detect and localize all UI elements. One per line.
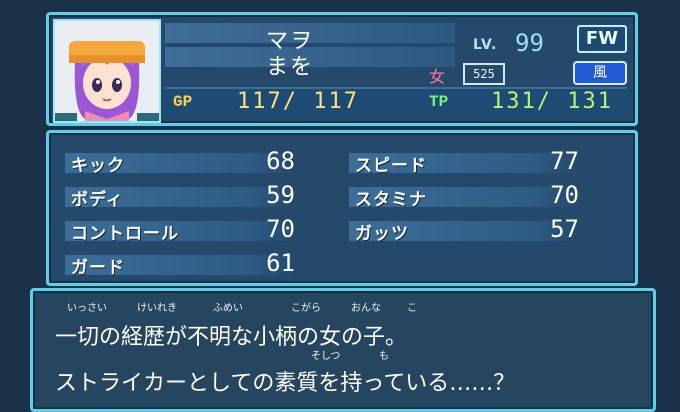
stat-guard-label: ガード bbox=[71, 258, 125, 278]
position-badge: FW bbox=[577, 25, 627, 53]
description-line-1: 一切の経歴が不明な小柄の女の子。 bbox=[55, 325, 408, 350]
ruby-fumei: ふめい bbox=[213, 303, 243, 314]
stats-panel: キック 68 ボディ 59 コントロール 70 ガード 61 スピード 77 ス… bbox=[46, 130, 638, 286]
stat-speed: スピード 77 bbox=[349, 147, 589, 176]
stat-kick-value: 68 bbox=[266, 147, 295, 175]
stat-stamina: スタミナ 70 bbox=[349, 181, 589, 210]
stat-kick-label: キック bbox=[71, 156, 125, 176]
description-panel: いっさい けいれき ふめい こがら おんな こ 一切の経歴が不明な小柄の女の子。… bbox=[30, 288, 656, 412]
stat-kick: キック 68 bbox=[65, 147, 305, 176]
stat-guts-label: ガッツ bbox=[355, 224, 409, 244]
stat-control-value: 70 bbox=[266, 215, 295, 243]
stat-guard: ガード 61 bbox=[65, 249, 305, 278]
stat-stamina-value: 70 bbox=[550, 181, 579, 209]
stat-guts: ガッツ 57 bbox=[349, 215, 589, 244]
stat-body: ボディ 59 bbox=[65, 181, 305, 210]
ruby-soshitsu: そしつ bbox=[311, 351, 341, 362]
tp-label: TP bbox=[429, 93, 449, 111]
player-name: マヲ まを bbox=[165, 21, 415, 80]
ruby-issai: いっさい bbox=[67, 303, 107, 314]
player-number-badge: 525 bbox=[463, 63, 505, 85]
player-portrait-illustration bbox=[55, 21, 159, 121]
stat-speed-value: 77 bbox=[550, 147, 579, 175]
element-badge: 風 bbox=[573, 61, 627, 85]
stat-control-label: コントロール bbox=[71, 224, 179, 244]
description-line-2: ストライカーとしての素質を持っている……？ bbox=[55, 371, 516, 396]
level-label: LV. bbox=[473, 37, 498, 53]
gauge-bar: GP 117/ 117 TP 131/ 131 bbox=[165, 87, 627, 117]
level-value: 99 bbox=[515, 29, 544, 57]
stat-speed-label: スピード bbox=[355, 156, 427, 176]
ruby-onna: おんな bbox=[351, 303, 381, 314]
stat-guts-value: 57 bbox=[550, 215, 579, 243]
gender-label: 女 bbox=[429, 67, 446, 86]
profile-panel: マヲ まを LV. 99 FW 女 525 風 GP 117/ 117 TP 1… bbox=[46, 12, 638, 126]
tp-value: 131/ 131 bbox=[491, 89, 613, 114]
stat-body-value: 59 bbox=[266, 181, 295, 209]
ruby-ko: こ bbox=[407, 303, 417, 314]
gp-label: GP bbox=[173, 93, 193, 111]
gp-value: 117/ 117 bbox=[237, 89, 359, 114]
player-name-hiragana: まを bbox=[265, 55, 314, 80]
stat-guard-value: 61 bbox=[266, 249, 295, 277]
stat-stamina-label: スタミナ bbox=[355, 190, 427, 210]
ruby-mo: も bbox=[379, 351, 389, 362]
ruby-keireki: けいれき bbox=[137, 303, 177, 314]
stat-body-label: ボディ bbox=[71, 190, 124, 210]
player-portrait bbox=[53, 19, 161, 123]
stat-control: コントロール 70 bbox=[65, 215, 305, 244]
ruby-kogara: こがら bbox=[291, 303, 321, 314]
